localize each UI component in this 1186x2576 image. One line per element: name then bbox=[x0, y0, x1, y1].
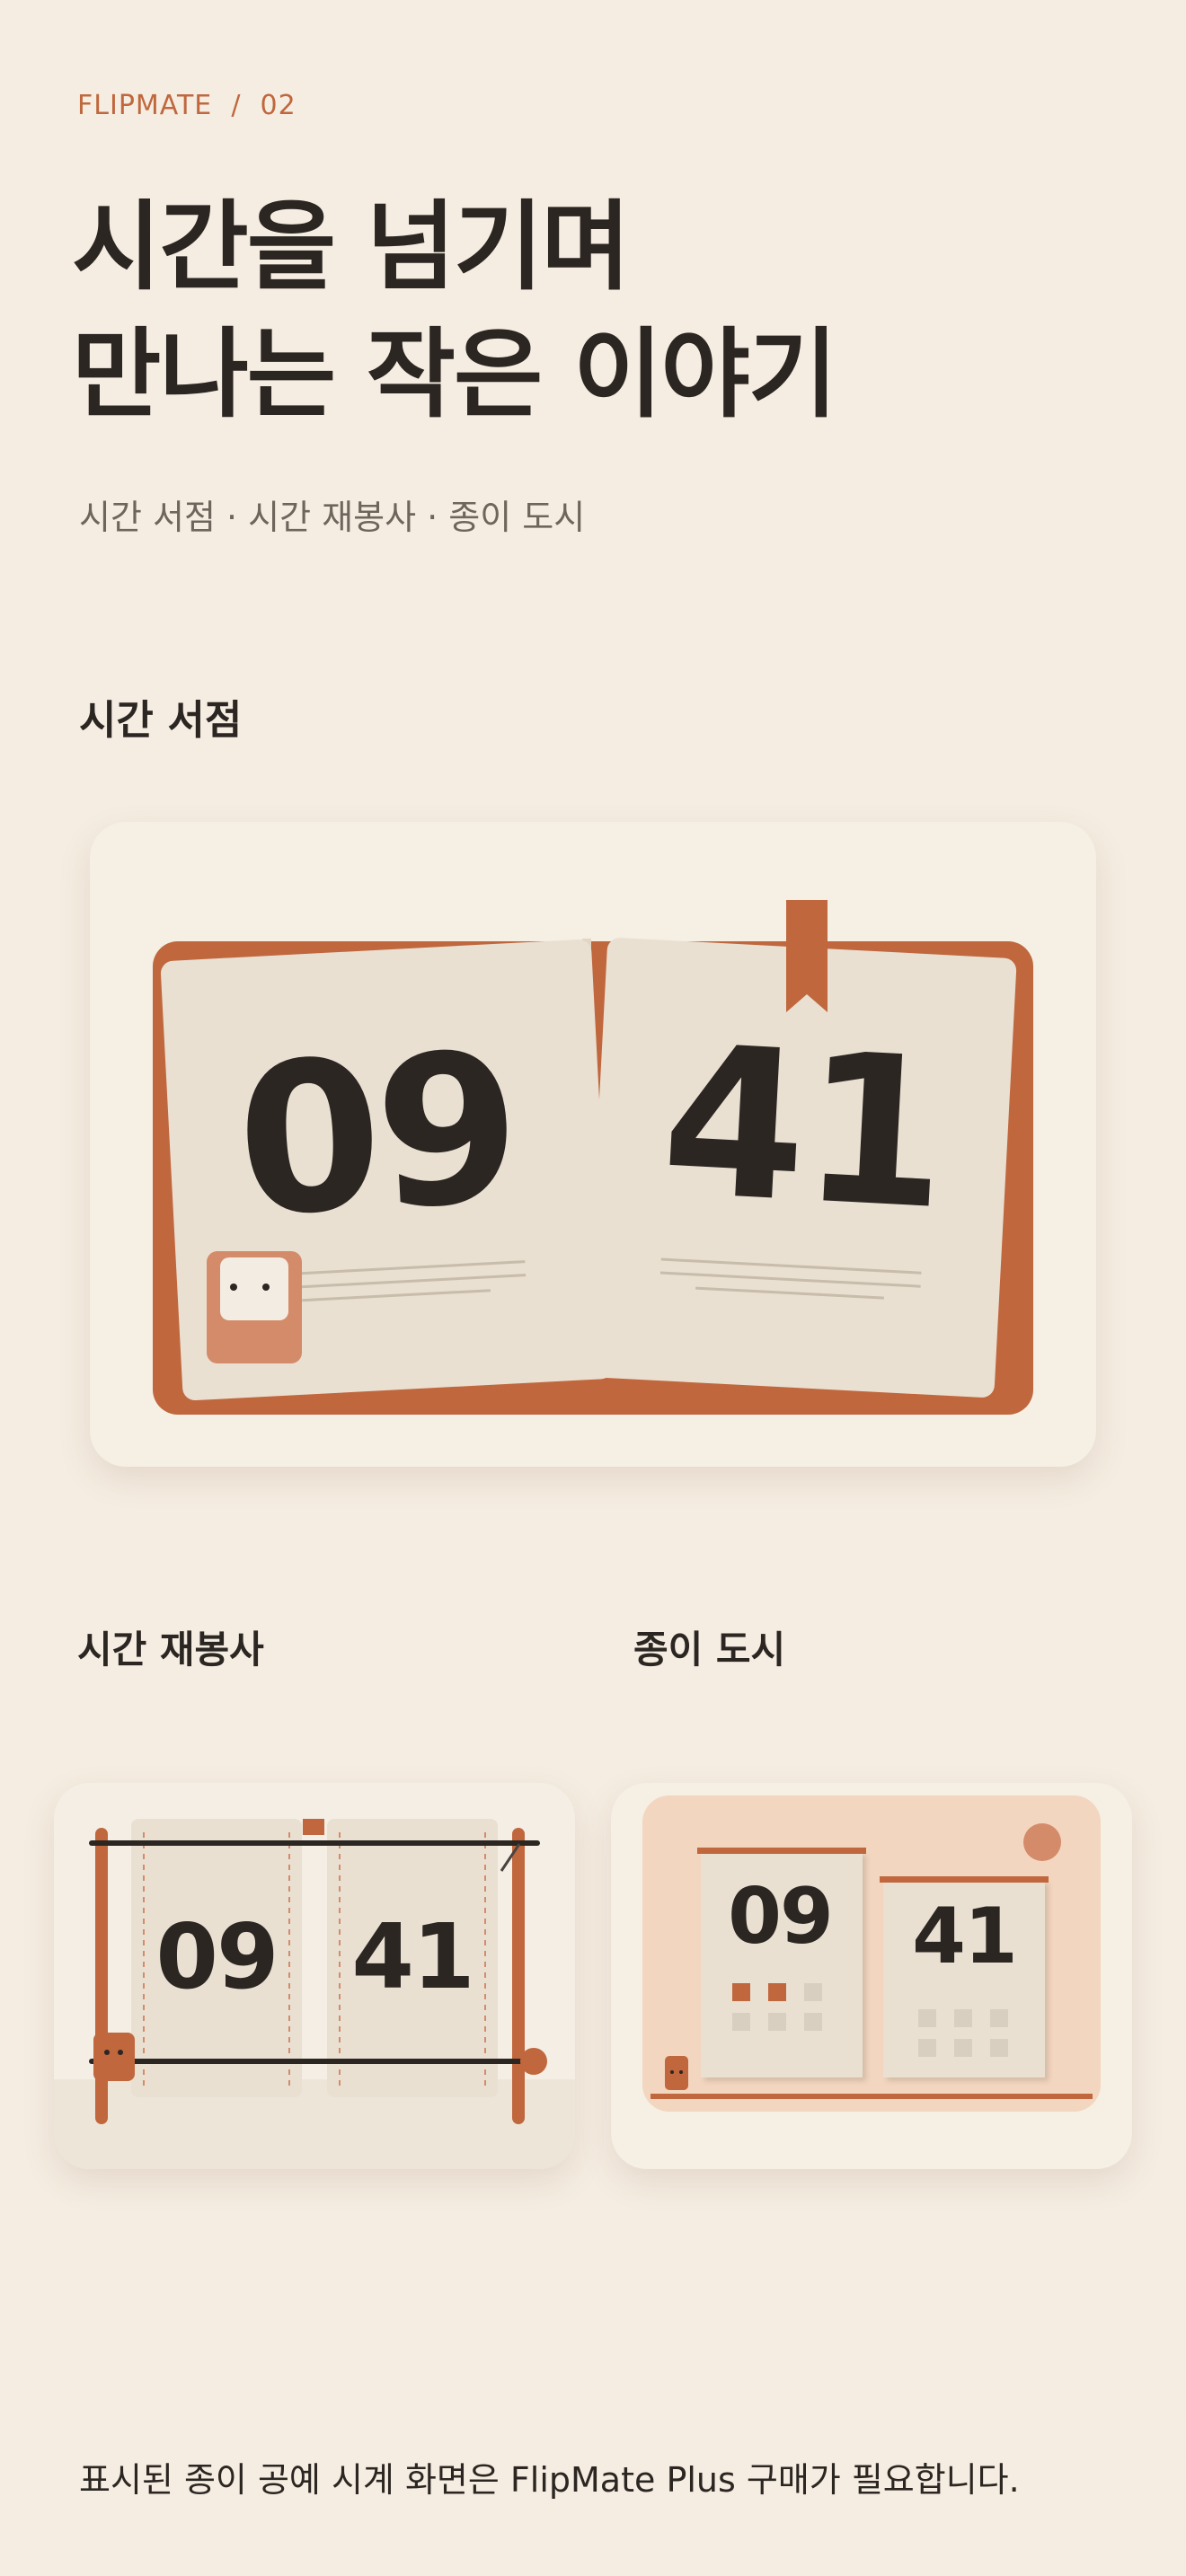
sun-icon bbox=[1023, 1823, 1061, 1861]
paper-city-minute: 41 bbox=[912, 1892, 1016, 1981]
paper-city-hour: 09 bbox=[728, 1872, 832, 1962]
tailor-character-icon bbox=[93, 2033, 135, 2081]
paper-city-character-icon bbox=[665, 2056, 688, 2090]
bookstore-minute: 41 bbox=[657, 1001, 950, 1256]
paper-city-clock-illustration: 09 41 bbox=[642, 1795, 1101, 2112]
theme-card-bookstore[interactable]: 09 41 bbox=[90, 822, 1096, 1467]
bookstore-clock-illustration: 09 41 bbox=[153, 900, 1033, 1415]
theme-card-paper-city[interactable]: 09 41 bbox=[611, 1783, 1132, 2169]
theme-title-tailor: 시간 재봉사 bbox=[77, 1628, 264, 1672]
theme-title-bookstore: 시간 서점 bbox=[79, 696, 243, 744]
page-title: 시간을 넘기며 만나는 작은 이야기 bbox=[72, 184, 837, 439]
theme-title-paper-city: 종이 도시 bbox=[633, 1628, 786, 1672]
bookstore-character-icon bbox=[207, 1251, 302, 1363]
page-title-line-2: 만나는 작은 이야기 bbox=[72, 319, 837, 431]
page-title-line-1: 시간을 넘기며 bbox=[72, 191, 631, 304]
paper-city-right-building: 41 bbox=[880, 1876, 1049, 2078]
spool-icon bbox=[520, 2048, 547, 2075]
tailor-hour: 09 bbox=[155, 1904, 277, 2009]
theme-list-subtitle: 시간 서점 · 시간 재봉사 · 종이 도시 bbox=[79, 498, 586, 537]
theme-card-tailor[interactable]: 09 41 bbox=[54, 1783, 575, 2169]
bookstore-hour: 09 bbox=[232, 1009, 521, 1263]
book-right-page: 41 bbox=[585, 938, 1017, 1398]
tailor-minute: 41 bbox=[351, 1904, 473, 2009]
purchase-note: 표시된 종이 공예 시계 화면은 FlipMate Plus 구매가 필요합니다… bbox=[79, 2460, 1020, 2500]
paper-city-ground bbox=[651, 2094, 1093, 2099]
tailor-clock-illustration: 09 41 bbox=[54, 1783, 575, 2169]
eyebrow-label: FLIPMATE / 02 bbox=[77, 90, 296, 121]
paper-city-left-building: 09 bbox=[697, 1848, 866, 2078]
